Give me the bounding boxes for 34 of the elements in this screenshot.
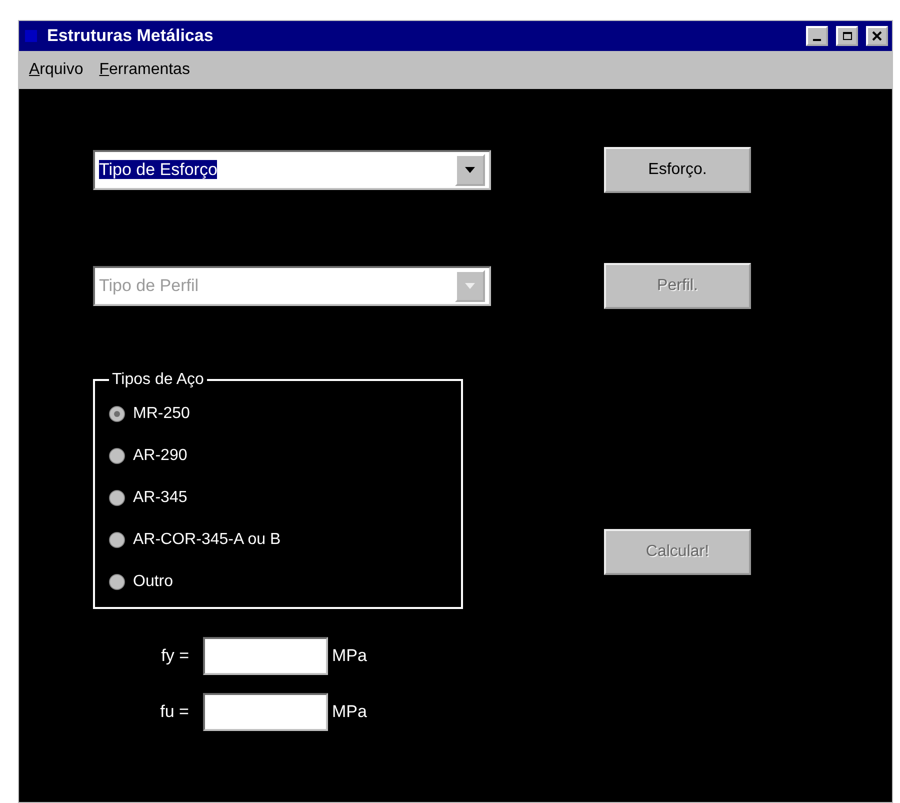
radio-option[interactable]: AR-290 <box>109 447 447 465</box>
radio-icon[interactable] <box>109 490 125 506</box>
radio-option[interactable]: Outro <box>109 573 447 591</box>
radio-option[interactable]: AR-COR-345-A ou B <box>109 531 447 549</box>
field-label: fu = <box>159 702 189 722</box>
group-title: Tipos de Aço <box>111 371 205 389</box>
radio-icon[interactable] <box>109 406 125 422</box>
input-field[interactable] <box>203 637 328 675</box>
radio-label: MR-250 <box>133 405 190 423</box>
radio-icon[interactable] <box>109 532 125 548</box>
radio-label: AR-COR-345-A ou B <box>133 531 281 549</box>
window-title: Estruturas Metálicas <box>47 26 214 46</box>
radio-label: AR-290 <box>133 447 188 465</box>
menu-item[interactable]: Arquivo <box>29 61 84 79</box>
field-label: fy = <box>160 646 189 666</box>
close-button[interactable] <box>866 26 888 46</box>
app-icon <box>23 28 39 44</box>
minimize-button[interactable] <box>806 26 828 46</box>
maximize-icon <box>842 31 852 41</box>
radio-option[interactable]: MR-250 <box>109 405 447 423</box>
action-button[interactable]: Esforço. <box>604 147 751 193</box>
input-field[interactable] <box>203 693 328 731</box>
minimize-icon <box>813 38 821 40</box>
radio-label: AR-345 <box>133 489 188 507</box>
unit-label: MPa <box>332 646 367 666</box>
radio-icon[interactable] <box>109 574 125 590</box>
radio-option[interactable]: AR-345 <box>109 489 447 507</box>
unit-label: MPa <box>332 702 367 722</box>
radio-label: Outro <box>133 573 174 591</box>
maximize-button[interactable] <box>836 26 858 46</box>
menu-item[interactable]: Ferramentas <box>99 61 190 79</box>
radio-icon[interactable] <box>109 448 125 464</box>
dropdown[interactable]: Tipo de Esforço <box>93 150 491 190</box>
close-icon <box>872 31 882 41</box>
